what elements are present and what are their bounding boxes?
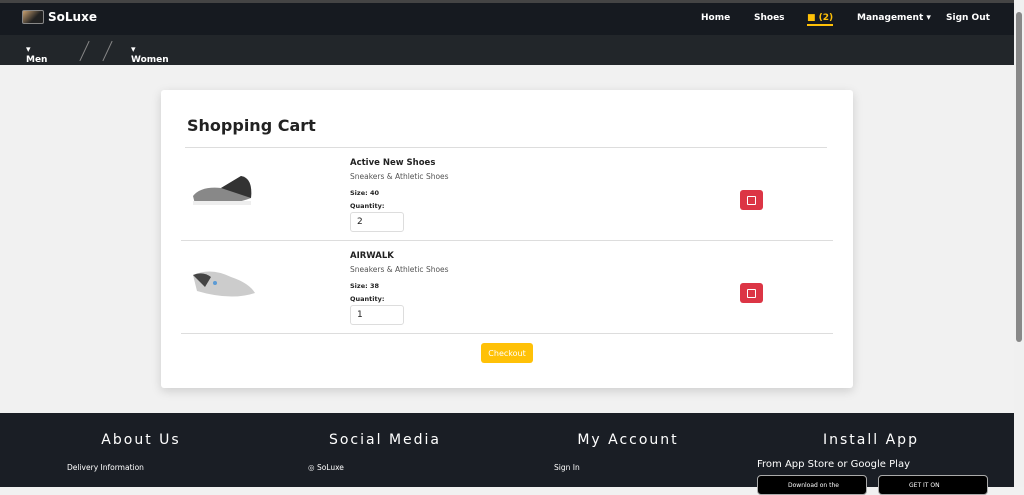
scrollbar[interactable] <box>1014 0 1024 487</box>
item-name[interactable]: Active New Shoes <box>350 158 435 168</box>
remove-item-button[interactable] <box>740 283 763 303</box>
brand[interactable]: SoLuxe <box>22 10 97 24</box>
category-nav: Men ▾ Women ▾ <box>0 35 1014 65</box>
footer-heading-social: Social Media <box>328 432 441 448</box>
store-text: From App Store or Google Play <box>757 459 910 470</box>
checkout-button[interactable]: Checkout <box>481 343 533 363</box>
page-title: Shopping Cart <box>187 116 316 135</box>
shoe-image <box>193 271 255 297</box>
item-name[interactable]: AIRWALK <box>350 251 394 261</box>
women-label: Women <box>131 55 169 65</box>
divider <box>181 333 833 334</box>
item-category: Sneakers & Athletic Shoes <box>350 172 449 181</box>
scrollbar-thumb[interactable] <box>1016 12 1022 342</box>
cart-card: Shopping Cart Active New Shoes Sneakers … <box>161 90 853 388</box>
nav-shoes[interactable]: Shoes <box>754 13 785 23</box>
instagram-icon: ◎ <box>308 463 315 472</box>
navbar: SoLuxe Home Shoes ■ (2) Management ▾ Sig… <box>0 3 1014 35</box>
trash-icon <box>747 288 756 298</box>
men-label: Men <box>26 55 48 65</box>
quantity-input[interactable]: 2 <box>350 212 404 232</box>
logo-icon <box>22 10 44 24</box>
item-category: Sneakers & Athletic Shoes <box>350 265 449 274</box>
cart-count: (2) <box>818 13 834 23</box>
brand-name: SoLuxe <box>48 10 97 24</box>
nav-home[interactable]: Home <box>701 13 730 23</box>
divider <box>79 40 90 62</box>
men-dropdown[interactable]: Men ▾ <box>26 45 47 65</box>
shoe-image <box>193 176 252 205</box>
footer: About Us Social Media My Account Install… <box>0 413 1014 495</box>
remove-item-button[interactable] <box>740 190 763 210</box>
nav-sign-out[interactable]: Sign Out <box>946 13 990 23</box>
divider <box>102 40 113 62</box>
women-dropdown[interactable]: Women ▾ <box>131 45 169 65</box>
sign-in-link[interactable]: Sign In <box>554 463 580 472</box>
footer-heading-about: About Us <box>101 432 181 448</box>
app-store-badge[interactable]: Download on the <box>757 475 867 495</box>
quantity-label: Quantity: <box>350 295 385 303</box>
quantity-input[interactable]: 1 <box>350 305 404 325</box>
delivery-link[interactable]: Delivery Information <box>67 463 144 472</box>
quantity-label: Quantity: <box>350 202 385 210</box>
item-size: Size: 40 <box>350 189 380 197</box>
cart-item: AIRWALK Sneakers & Athletic Shoes Size: … <box>181 241 833 334</box>
management-label: Management <box>857 13 924 23</box>
nav-cart[interactable]: ■ (2) <box>807 13 834 26</box>
cart-item: Active New Shoes Sneakers & Athletic Sho… <box>181 148 833 241</box>
google-play-badge[interactable]: GET IT ON <box>878 475 988 495</box>
instagram-label: SoLuxe <box>316 463 344 472</box>
caret-down-icon: ▾ <box>926 13 931 23</box>
shopping-bag-icon: ■ <box>807 13 816 23</box>
footer-heading-account: My Account <box>577 432 679 448</box>
instagram-link[interactable]: ◎ SoLuxe <box>308 463 344 472</box>
item-size: Size: 38 <box>350 282 380 290</box>
trash-icon <box>747 195 756 205</box>
nav-management[interactable]: Management ▾ <box>857 13 931 23</box>
footer-heading-install: Install App <box>823 432 919 448</box>
